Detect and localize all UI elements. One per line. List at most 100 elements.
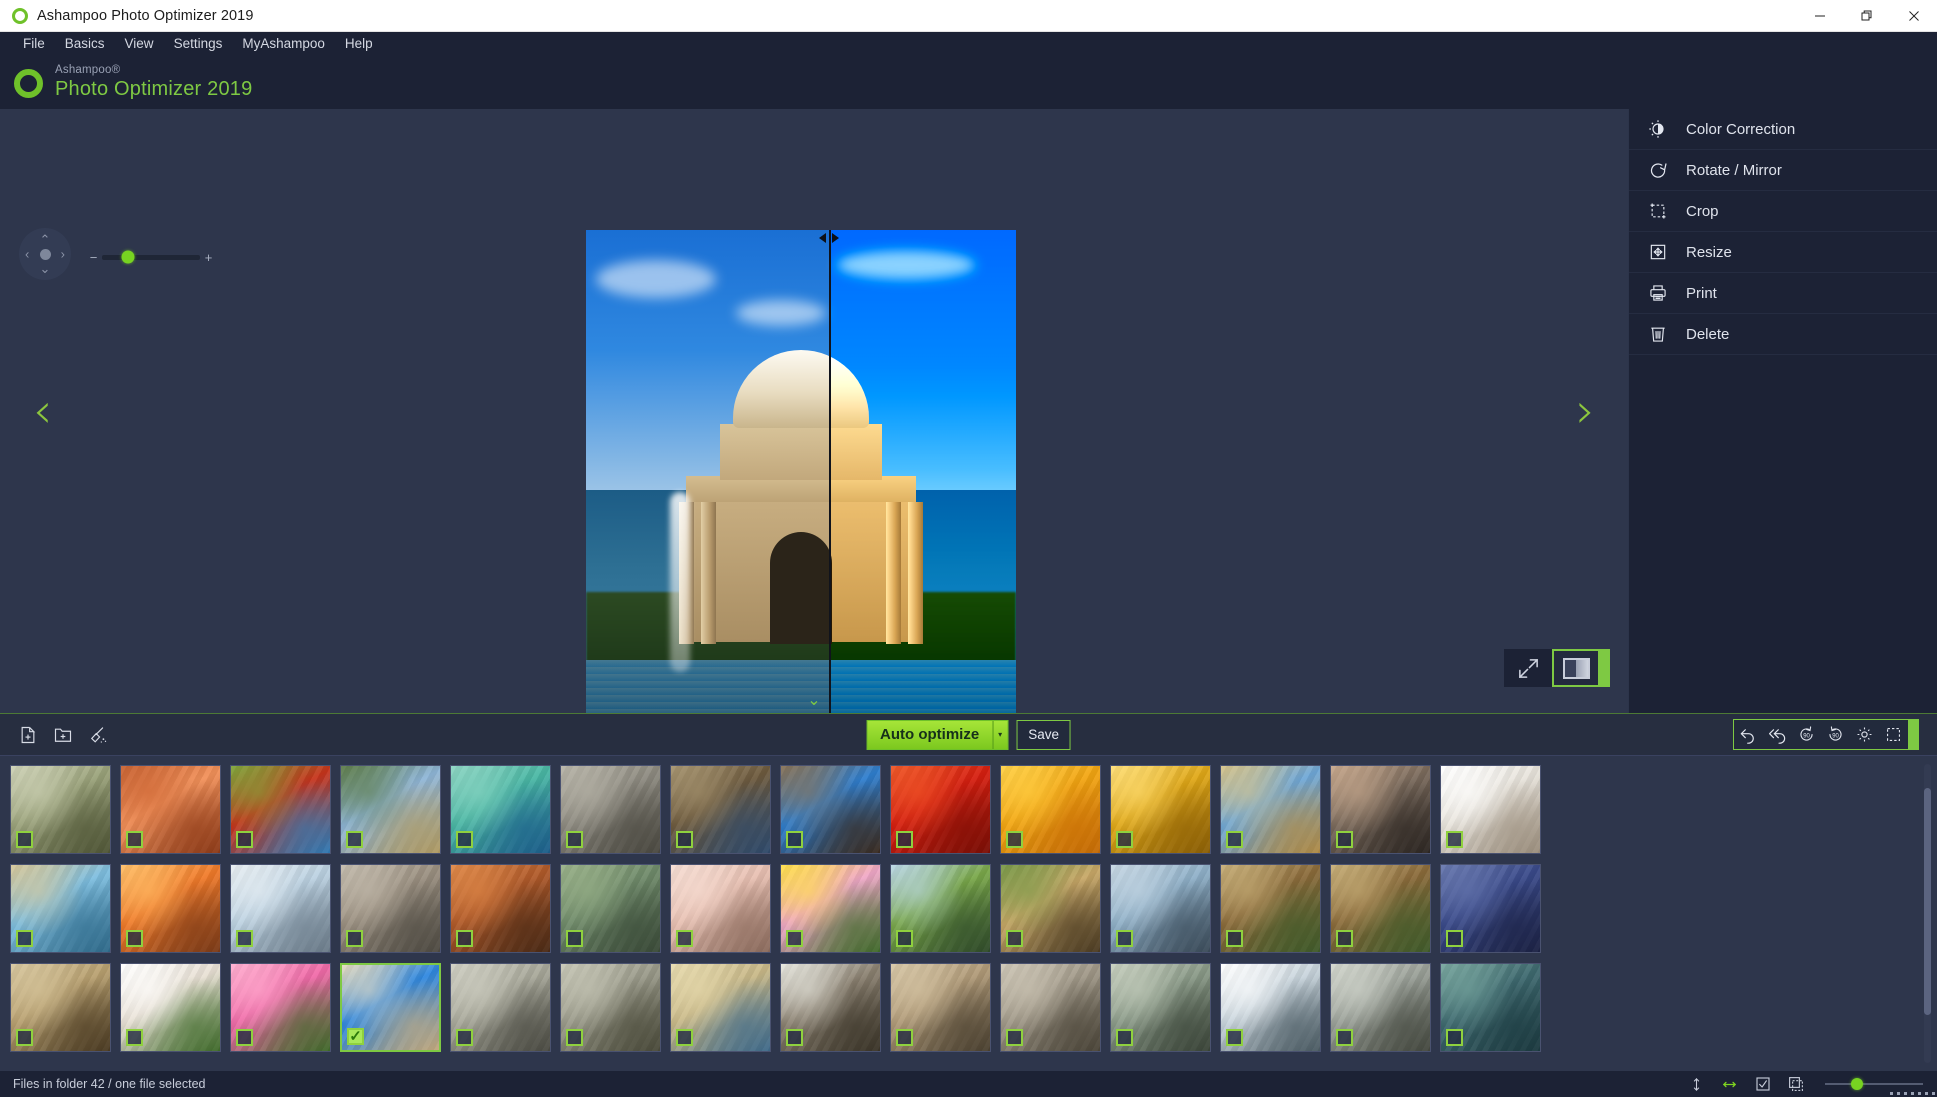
thumbnail-checkbox[interactable]: ✓ — [1116, 831, 1133, 848]
thumbnail-pig-piglet[interactable]: ✓ — [670, 864, 771, 953]
thumbnail-yosemite-valley[interactable]: ✓ — [1110, 864, 1211, 953]
thumbnail-rusty-truck[interactable]: ✓ — [560, 864, 661, 953]
sidebar-item-delete[interactable]: Delete — [1629, 314, 1937, 355]
thumbnail-marigold-flowers[interactable]: ✓ — [1000, 765, 1101, 854]
thumbnail-checkbox[interactable]: ✓ — [1006, 930, 1023, 947]
split-compare-toggle[interactable] — [1552, 649, 1600, 687]
zoom-out-icon[interactable]: − — [88, 251, 99, 264]
pan-left-icon[interactable]: ‹ — [25, 248, 29, 261]
thumbnail-checkbox[interactable]: ✓ — [1446, 1029, 1463, 1046]
sidebar-item-color-correction[interactable]: Color Correction — [1629, 109, 1937, 150]
undo-icon[interactable] — [1734, 720, 1763, 749]
thumbnail-checkbox[interactable]: ✓ — [786, 1029, 803, 1046]
thumbnail-checkbox[interactable]: ✓ — [16, 930, 33, 947]
pan-dpad[interactable]: ⌃ ⌄ ‹ › — [19, 228, 71, 280]
thumbnail-golden-buddha[interactable]: ✓ — [1110, 765, 1211, 854]
menu-item-myashampoo[interactable]: MyAshampoo — [232, 34, 335, 53]
thumbnail-sunset-beach[interactable]: ✓ — [120, 864, 221, 953]
thumbnail-checkbox[interactable]: ✓ — [126, 831, 143, 848]
thumbnail-rocky-shore[interactable]: ✓ — [560, 963, 661, 1052]
thumbnail-checkbox[interactable]: ✓ — [1446, 930, 1463, 947]
thumbnail-checkbox[interactable]: ✓ — [236, 930, 253, 947]
thumbnail-checkbox[interactable]: ✓ — [896, 1029, 913, 1046]
thumbnail-garden-bridge[interactable]: ✓ — [890, 864, 991, 953]
thumbnail-temple-spire[interactable]: ✓ — [340, 765, 441, 854]
thumbnail-checkbox[interactable]: ✓ — [456, 930, 473, 947]
thumbnail-palace-of-fine-arts[interactable]: ✓ — [340, 963, 441, 1052]
menu-item-settings[interactable]: Settings — [164, 34, 233, 53]
thumbnail-temple-ruins[interactable]: ✓ — [10, 765, 111, 854]
preview-image[interactable]: Original Optimized — [586, 230, 1016, 713]
image-viewer[interactable]: ⌃ ⌄ ‹ › − + ‹ › ⌄ — [0, 109, 1628, 713]
thumbnail-checkbox[interactable]: ✓ — [16, 1029, 33, 1046]
zoom-in-icon[interactable]: + — [203, 251, 214, 264]
divider-left-arrow-icon[interactable] — [819, 233, 826, 243]
thumbnail-checkbox[interactable]: ✓ — [1226, 1029, 1243, 1046]
thumbnail-checkbox[interactable]: ✓ — [347, 1028, 364, 1045]
save-button[interactable]: Save — [1016, 719, 1071, 750]
menu-item-file[interactable]: File — [13, 34, 55, 53]
thumbnail-canyon-hiker[interactable]: ✓ — [1440, 963, 1541, 1052]
thumbnail-horses-desert[interactable]: ✓ — [450, 864, 551, 953]
thumbnail-checkbox[interactable]: ✓ — [1116, 930, 1133, 947]
thumbnail-pink-roses[interactable]: ✓ — [230, 963, 331, 1052]
zoom-slider-track[interactable] — [102, 250, 200, 264]
resize-grip[interactable] — [1890, 1092, 1935, 1095]
thumbnail-waterfall-rocks[interactable]: ✓ — [780, 963, 881, 1052]
auto-optimize-split-button[interactable]: Auto optimize ▾ — [866, 719, 1009, 750]
thumbnail-checkbox[interactable]: ✓ — [566, 930, 583, 947]
thumbnail-checkbox[interactable]: ✓ — [126, 1029, 143, 1046]
close-button[interactable] — [1890, 0, 1937, 32]
pan-right-icon[interactable]: › — [61, 248, 65, 261]
thumbnail-checkbox[interactable]: ✓ — [566, 1029, 583, 1046]
thumbnail-white-roses[interactable]: ✓ — [120, 963, 221, 1052]
thumbnail-stone-face-bayon[interactable]: ✓ — [560, 765, 661, 854]
thumbnail-scrollbar-handle[interactable] — [1923, 787, 1931, 1016]
thumbnail-cliff-waterfall[interactable]: ✓ — [1330, 963, 1431, 1052]
thumbnail-checkbox[interactable]: ✓ — [1006, 1029, 1023, 1046]
next-image-button[interactable]: › — [1576, 387, 1595, 435]
thumbnail-canyon-sandstone[interactable]: ✓ — [120, 765, 221, 854]
thumbnail-portrait-woman[interactable]: ✓ — [1330, 765, 1431, 854]
sort-horizontal-icon[interactable] — [1720, 1075, 1739, 1094]
thumbnail-checkbox[interactable]: ✓ — [1226, 831, 1243, 848]
thumbnail-checkbox[interactable]: ✓ — [1446, 831, 1463, 848]
thumbnail-checkbox[interactable]: ✓ — [236, 1029, 253, 1046]
compare-divider-handle[interactable] — [819, 233, 839, 243]
thumbnail-checkbox[interactable]: ✓ — [126, 930, 143, 947]
thumbnail-checkbox[interactable]: ✓ — [1336, 1029, 1353, 1046]
auto-optimize-dropdown-icon[interactable]: ▾ — [992, 720, 1008, 749]
thumbnail-checkbox[interactable]: ✓ — [346, 831, 363, 848]
collapse-viewer-caret-icon[interactable]: ⌄ — [807, 693, 820, 709]
thumbnail-laundry-line[interactable]: ✓ — [230, 864, 331, 953]
menu-item-basics[interactable]: Basics — [55, 34, 115, 53]
divider-right-arrow-icon[interactable] — [832, 233, 839, 243]
thumbnail-checkbox[interactable]: ✓ — [896, 930, 913, 947]
rotate-right-90-icon[interactable]: 90 — [1821, 720, 1850, 749]
thumbnail-buddha-statue[interactable]: ✓ — [1000, 864, 1101, 953]
thumbnail-checkbox[interactable]: ✓ — [566, 831, 583, 848]
thumbnail-size-slider[interactable] — [1825, 1078, 1923, 1090]
select-all-icon[interactable] — [1753, 1075, 1772, 1094]
thumbnail-boat-lagoon[interactable]: ✓ — [10, 864, 111, 953]
thumbnail-size-track[interactable] — [1825, 1083, 1923, 1085]
thumbnail-checkbox[interactable]: ✓ — [676, 1029, 693, 1046]
thumbnail-checkbox[interactable]: ✓ — [896, 831, 913, 848]
sort-vertical-icon[interactable] — [1687, 1075, 1706, 1094]
thumbnail-mountain-stream[interactable]: ✓ — [1110, 963, 1211, 1052]
undo-all-icon[interactable] — [1763, 720, 1792, 749]
thumbnail-peacock-feathers[interactable]: ✓ — [450, 765, 551, 854]
thumbnail-size-handle[interactable] — [1851, 1078, 1864, 1090]
thumbnail-checkbox[interactable]: ✓ — [346, 930, 363, 947]
previous-image-button[interactable]: ‹ — [33, 387, 52, 435]
thumbnail-checkbox[interactable]: ✓ — [16, 831, 33, 848]
thumbnail-checkbox[interactable]: ✓ — [456, 831, 473, 848]
rotate-left-90-icon[interactable]: 90 — [1792, 720, 1821, 749]
fit-to-screen-button[interactable] — [1504, 649, 1552, 687]
pan-up-icon[interactable]: ⌃ — [40, 233, 51, 246]
sidebar-item-crop[interactable]: Crop — [1629, 191, 1937, 232]
pan-center-icon[interactable] — [39, 248, 51, 260]
thumbnail-clay-jars-grass[interactable]: ✓ — [1220, 864, 1321, 953]
thumbnail-carved-lions[interactable]: ✓ — [340, 864, 441, 953]
thumbnail-checkbox[interactable]: ✓ — [786, 930, 803, 947]
